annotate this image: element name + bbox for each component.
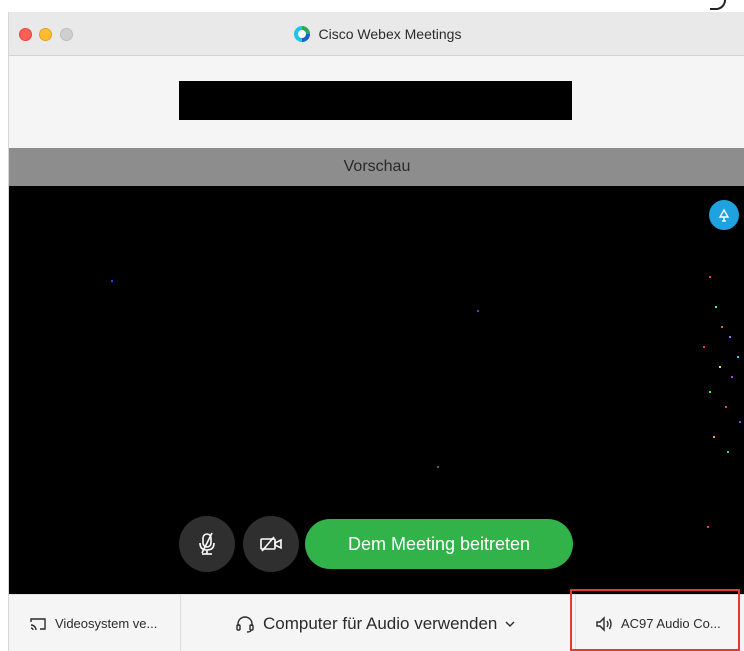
video-noise-pixel: [731, 376, 733, 378]
title-bar: Cisco Webex Meetings: [9, 12, 744, 56]
headset-icon: [235, 614, 255, 634]
toolbar-divider: [180, 595, 181, 651]
join-meeting-button[interactable]: Dem Meeting beitreten: [305, 519, 573, 569]
video-noise-pixel: [709, 276, 711, 278]
video-system-label: Videosystem ve...: [55, 616, 158, 631]
audio-connection-label: Computer für Audio verwenden: [263, 613, 498, 633]
network-status-badge[interactable]: [709, 200, 739, 230]
toolbar-divider: [575, 595, 576, 651]
microphone-muted-icon: [197, 532, 217, 556]
video-noise-pixel: [477, 310, 479, 312]
video-noise-pixel: [725, 406, 727, 408]
speaker-icon: [595, 615, 613, 632]
video-noise-pixel: [707, 526, 709, 528]
bottom-toolbar: Videosystem ve... Computer für Audio ver…: [9, 594, 744, 651]
cast-screen-icon: [29, 616, 47, 632]
cropped-top-area: [0, 0, 744, 12]
video-noise-pixel: [715, 306, 717, 308]
speaker-device-button[interactable]: AC97 Audio Co...: [595, 595, 721, 651]
video-noise-pixel: [727, 451, 729, 453]
window-title-group: Cisco Webex Meetings: [9, 12, 744, 56]
video-system-button[interactable]: Videosystem ve...: [29, 595, 157, 651]
chevron-down-icon: [505, 620, 515, 628]
video-noise-pixel: [729, 336, 731, 338]
video-noise-pixel: [703, 346, 705, 348]
join-meeting-label: Dem Meeting beitreten: [347, 533, 531, 554]
cropped-parenthesis-fragment: [710, 0, 726, 10]
mute-button[interactable]: [179, 516, 235, 572]
video-noise-pixel: [437, 466, 439, 468]
window-title: Cisco Webex Meetings: [318, 26, 462, 42]
preview-label: Vorschau: [343, 158, 411, 175]
webex-window: Cisco Webex Meetings Vorschau Dem Meetin…: [8, 12, 744, 651]
video-noise-pixel: [719, 366, 721, 368]
video-noise-pixel: [737, 356, 739, 358]
camera-toggle-button[interactable]: [243, 516, 299, 572]
preview-header: Vorschau: [9, 148, 744, 186]
speaker-device-label: AC97 Audio Co...: [621, 616, 721, 631]
audio-connection-dropdown[interactable]: Computer für Audio verwenden: [235, 595, 515, 651]
meeting-info-band: [9, 56, 744, 148]
webex-logo-icon: [293, 25, 311, 43]
video-noise-pixel: [739, 421, 741, 423]
camera-off-icon: [259, 535, 283, 553]
video-noise-pixel: [713, 436, 715, 438]
video-noise-pixel: [111, 280, 113, 282]
video-noise-pixel: [721, 326, 723, 328]
antenna-icon: [717, 208, 731, 222]
video-preview: Dem Meeting beitreten: [9, 186, 744, 594]
video-noise-pixel: [709, 391, 711, 393]
redacted-meeting-title: [179, 81, 572, 120]
